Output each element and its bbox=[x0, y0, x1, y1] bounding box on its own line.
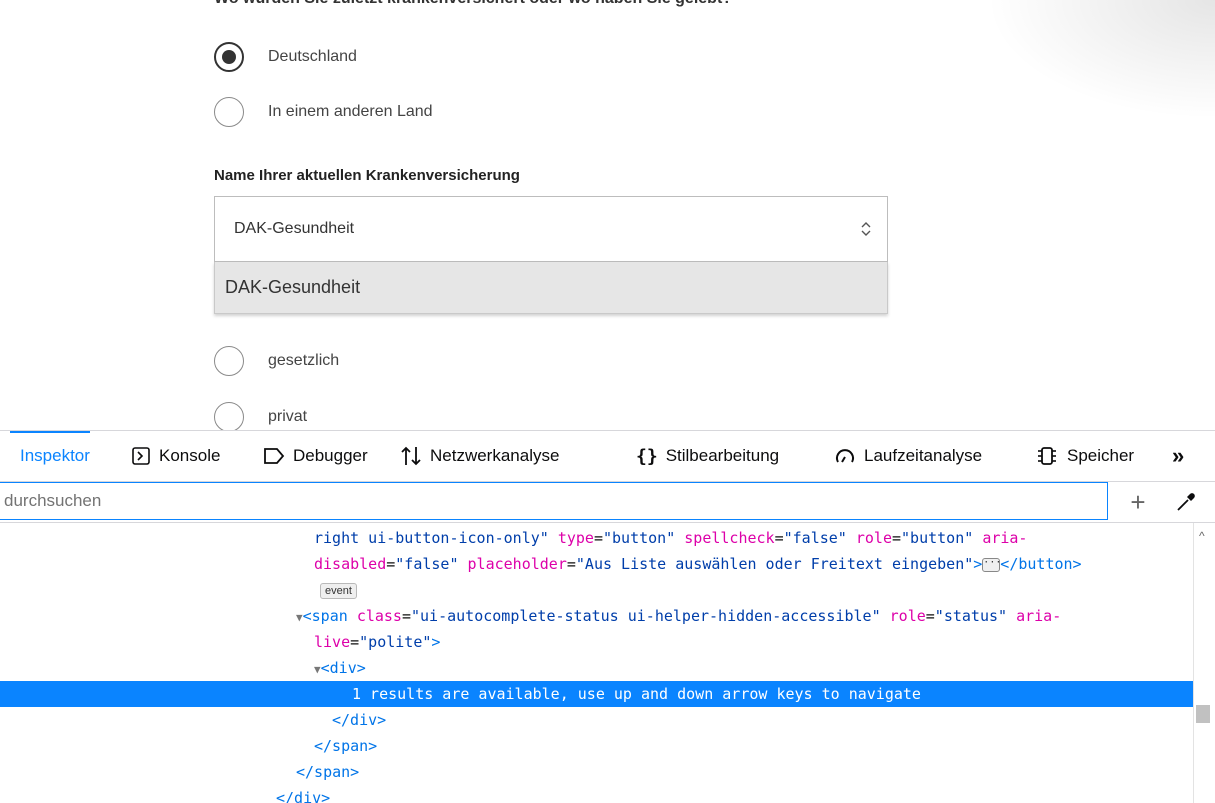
markup-attr-value: "button" bbox=[603, 529, 676, 547]
tab-label: Laufzeitanalyse bbox=[864, 446, 983, 465]
markup-text-node: 1 results are available, use up and down… bbox=[352, 685, 921, 703]
event-badge[interactable]: event bbox=[320, 582, 357, 599]
markup-tag: <span bbox=[302, 607, 348, 625]
tab-memory[interactable]: Speicher bbox=[1035, 431, 1134, 481]
markup-line: event bbox=[0, 577, 1193, 603]
autocomplete-option-label: DAK-Gesundheit bbox=[225, 277, 361, 297]
plus-icon: + bbox=[1130, 486, 1146, 517]
tab-label: Inspektor bbox=[20, 446, 90, 465]
debugger-icon bbox=[263, 447, 285, 465]
markup-line[interactable]: </div> bbox=[0, 785, 1193, 803]
radio-option-privat[interactable]: privat bbox=[214, 402, 307, 430]
markup-attr-name: live bbox=[314, 633, 351, 651]
decorative-shadow bbox=[985, 0, 1215, 120]
scroll-up-arrow-icon[interactable]: ^ bbox=[1199, 529, 1205, 543]
markup-attr-name: aria- bbox=[982, 529, 1028, 547]
markup-attr-value: "ui-autocomplete-status ui-helper-hidden… bbox=[411, 607, 881, 625]
html-search-input[interactable] bbox=[0, 482, 1108, 520]
insurance-select-value: DAK-Gesundheit bbox=[234, 220, 355, 237]
tab-debugger[interactable]: Debugger bbox=[263, 431, 368, 481]
markup-attr-value: "false" bbox=[783, 529, 847, 547]
tab-label: Speicher bbox=[1067, 446, 1135, 465]
tab-console[interactable]: Konsole bbox=[131, 431, 220, 481]
tab-network[interactable]: Netzwerkanalyse bbox=[400, 431, 559, 481]
markup-tag: </button> bbox=[1000, 555, 1082, 573]
expand-triangle-icon[interactable]: ▼ bbox=[296, 611, 303, 624]
markup-attr-name: aria- bbox=[1016, 607, 1062, 625]
markup-view[interactable]: right ui-button-icon-only" type="button"… bbox=[0, 523, 1193, 803]
markup-attr-value: "status" bbox=[934, 607, 1008, 625]
radio-label: Deutschland bbox=[268, 48, 357, 65]
radio-option-deutschland[interactable]: Deutschland bbox=[214, 42, 357, 72]
markup-line[interactable]: ▼<div> bbox=[0, 655, 1193, 681]
tab-performance[interactable]: Laufzeitanalyse bbox=[834, 431, 982, 481]
markup-tag: <div> bbox=[320, 659, 366, 677]
eyedropper-button[interactable] bbox=[1172, 488, 1200, 516]
markup-line[interactable]: </div> bbox=[0, 707, 1193, 733]
updown-chevron-icon bbox=[861, 222, 871, 236]
tab-style-editor[interactable]: {} Stilbearbeitung bbox=[636, 431, 779, 481]
markup-attr-value: "button" bbox=[901, 529, 974, 547]
markup-line[interactable]: right ui-button-icon-only" type="button"… bbox=[0, 525, 1193, 551]
tab-label: Konsole bbox=[159, 446, 221, 465]
scrollbar-thumb[interactable] bbox=[1196, 705, 1210, 723]
markup-line[interactable]: </span> bbox=[0, 759, 1193, 785]
radio-button[interactable] bbox=[214, 402, 244, 430]
markup-attr-value: right ui-button-icon-only" bbox=[314, 529, 549, 547]
autocomplete-option[interactable]: DAK-Gesundheit bbox=[214, 262, 888, 314]
tab-label: Stilbearbeitung bbox=[665, 446, 780, 465]
add-node-button[interactable]: + bbox=[1124, 486, 1152, 517]
radio-option-gesetzlich[interactable]: gesetzlich bbox=[214, 346, 339, 376]
markup-tag: </div> bbox=[332, 711, 387, 729]
devtools-tabbar: Inspektor Konsole Debugger Netzwerkanaly… bbox=[0, 431, 1215, 482]
markup-attr-name: disabled bbox=[314, 555, 387, 573]
markup-line[interactable]: ▼<span class="ui-autocomplete-status ui-… bbox=[0, 603, 1193, 629]
network-icon bbox=[400, 445, 422, 467]
markup-attr-name: role bbox=[855, 529, 892, 547]
markup-tag: </span> bbox=[314, 737, 378, 755]
markup-attr-name: type bbox=[557, 529, 594, 547]
tab-label: Netzwerkanalyse bbox=[430, 446, 560, 465]
markup-attr-name: role bbox=[889, 607, 926, 625]
devtools-panel: Inspektor Konsole Debugger Netzwerkanaly… bbox=[0, 430, 1215, 803]
memory-icon bbox=[1035, 445, 1059, 467]
markup-line[interactable]: disabled="false" placeholder="Aus Liste … bbox=[0, 551, 1193, 577]
markup-tag: </div> bbox=[276, 789, 331, 803]
radio-label: In einem anderen Land bbox=[268, 103, 433, 120]
style-editor-icon: {} bbox=[636, 445, 658, 467]
expand-triangle-icon[interactable]: ▼ bbox=[314, 663, 321, 676]
radio-button[interactable] bbox=[214, 346, 244, 376]
markup-attr-name: placeholder bbox=[467, 555, 567, 573]
markup-tag: </span> bbox=[296, 763, 360, 781]
radio-label: privat bbox=[268, 408, 308, 425]
markup-attr-value: "Aus Liste auswählen oder Freitext einge… bbox=[575, 555, 974, 573]
markup-attr-name: class bbox=[356, 607, 402, 625]
markup-attr-name: spellcheck bbox=[684, 529, 775, 547]
tab-label: Debugger bbox=[293, 446, 368, 465]
chevron-double-right-icon: » bbox=[1172, 443, 1185, 468]
radio-button[interactable] bbox=[214, 97, 244, 127]
insurance-field-label: Name Ihrer aktuellen Krankenversicherung bbox=[214, 167, 520, 184]
inspector-toolbar: + bbox=[0, 482, 1215, 523]
web-page: Wo wurden Sie zuletzt krankenversichert … bbox=[0, 0, 1215, 430]
markup-line[interactable]: live="polite"> bbox=[0, 629, 1193, 655]
eyedropper-icon bbox=[1177, 493, 1195, 511]
markup-scrollbar[interactable]: ^ bbox=[1193, 523, 1215, 803]
console-icon bbox=[131, 446, 151, 466]
more-tabs-button[interactable]: » bbox=[1172, 431, 1184, 481]
radio-option-anderes-land[interactable]: In einem anderen Land bbox=[214, 97, 433, 127]
markup-line[interactable]: </span> bbox=[0, 733, 1193, 759]
radio-button-checked[interactable] bbox=[214, 42, 244, 72]
insurance-select[interactable]: DAK-Gesundheit bbox=[214, 196, 888, 262]
markup-attr-value: "polite" bbox=[359, 633, 432, 651]
question-heading: Wo wurden Sie zuletzt krankenversichert … bbox=[214, 0, 732, 8]
markup-line-selected[interactable]: 1 results are available, use up and down… bbox=[0, 681, 1193, 707]
markup-attr-value: "false" bbox=[395, 555, 459, 573]
radio-label: gesetzlich bbox=[268, 352, 340, 369]
ellipsis-icon[interactable]: ··· bbox=[982, 557, 1001, 572]
tab-inspector[interactable]: Inspektor bbox=[10, 431, 90, 481]
performance-icon bbox=[834, 445, 856, 467]
